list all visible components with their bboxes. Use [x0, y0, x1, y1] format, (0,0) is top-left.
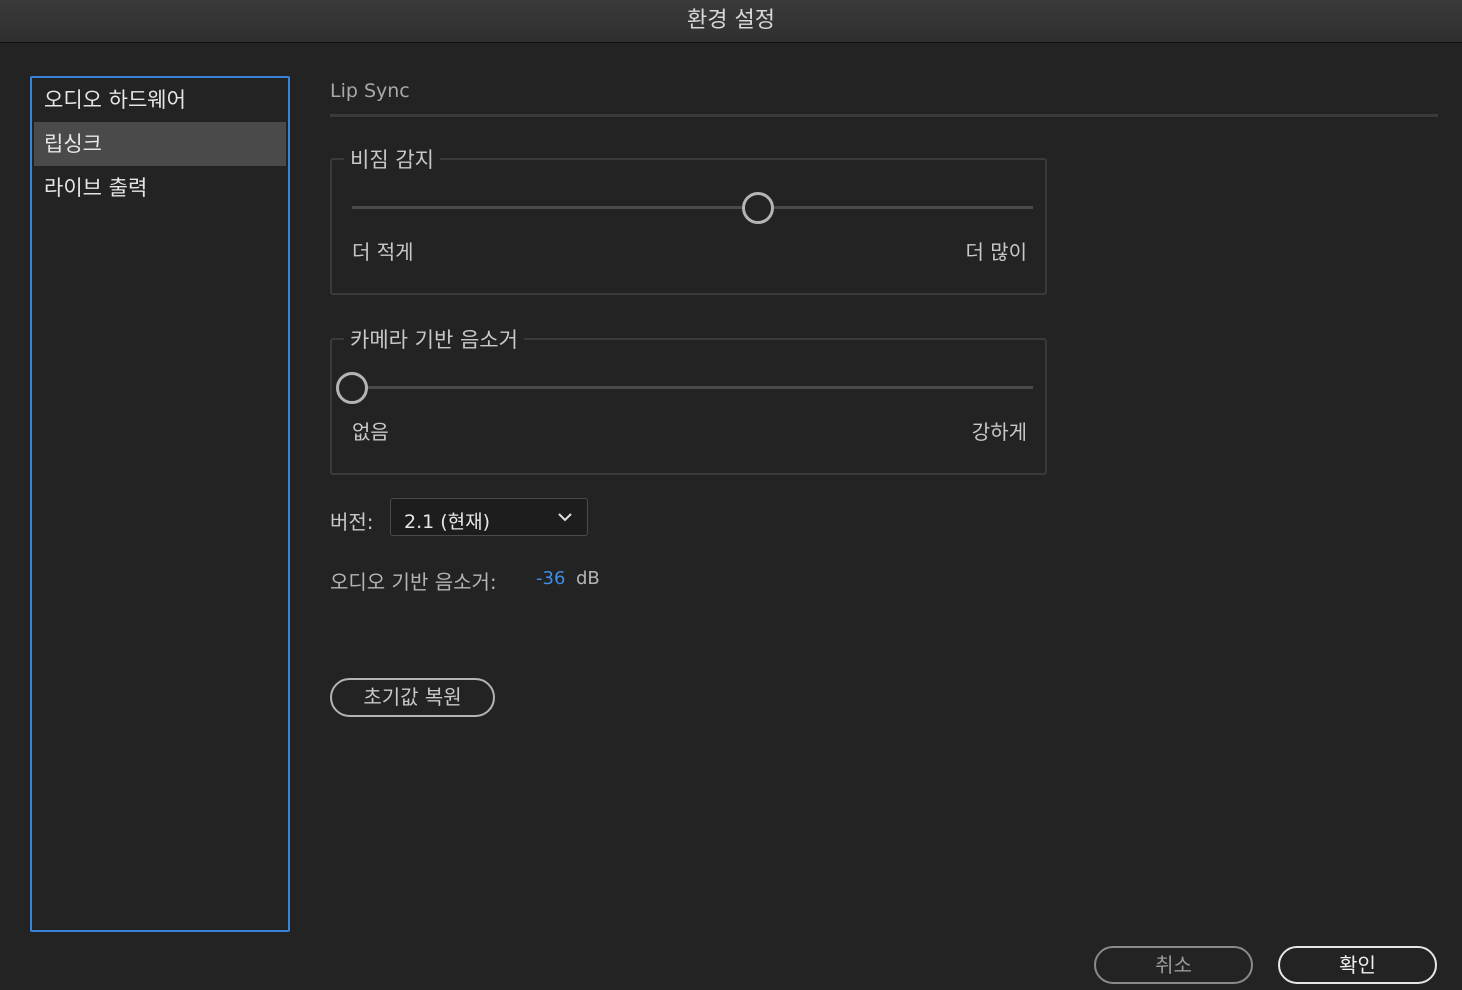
version-selected-value: 2.1 (현재): [404, 511, 491, 533]
camera-mute-group: 카메라 기반 음소거 없음 강하게: [330, 324, 1047, 475]
section-title: Lip Sync: [330, 80, 410, 102]
silence-detection-legend: 비짐 감지: [344, 144, 440, 174]
window-title: 환경 설정: [0, 0, 1462, 43]
sidebar-item-audio-hardware[interactable]: 오디오 하드웨어: [34, 78, 286, 122]
audio-mute-value[interactable]: -36: [536, 568, 565, 589]
preferences-category-list[interactable]: 오디오 하드웨어 립싱크 라이브 출력: [30, 76, 290, 932]
section-divider: [330, 114, 1438, 117]
silence-detection-slider-thumb[interactable]: [742, 192, 775, 224]
cancel-button[interactable]: 취소: [1094, 946, 1253, 984]
silence-detection-group: 비짐 감지 더 적게 더 많이: [330, 144, 1047, 295]
sidebar-item-lip-sync[interactable]: 립싱크: [34, 122, 286, 166]
audio-mute-label: 오디오 기반 음소거:: [330, 570, 497, 594]
camera-mute-max-label: 강하게: [971, 420, 1027, 444]
audio-mute-unit: dB: [576, 568, 600, 589]
ok-button[interactable]: 확인: [1278, 946, 1437, 984]
sidebar-item-live-output[interactable]: 라이브 출력: [34, 166, 286, 210]
reset-defaults-button[interactable]: 초기값 복원: [330, 678, 495, 717]
chevron-down-icon: [557, 509, 573, 529]
silence-detection-min-label: 더 적게: [352, 240, 414, 264]
camera-mute-slider-track[interactable]: [352, 386, 1033, 389]
version-dropdown[interactable]: 2.1 (현재): [390, 498, 588, 536]
camera-mute-min-label: 없음: [352, 420, 389, 444]
camera-mute-legend: 카메라 기반 음소거: [344, 324, 524, 354]
version-label: 버전:: [330, 510, 374, 534]
silence-detection-slider-track[interactable]: [352, 206, 1033, 209]
silence-detection-max-label: 더 많이: [965, 240, 1027, 264]
camera-mute-slider-thumb[interactable]: [336, 372, 368, 404]
